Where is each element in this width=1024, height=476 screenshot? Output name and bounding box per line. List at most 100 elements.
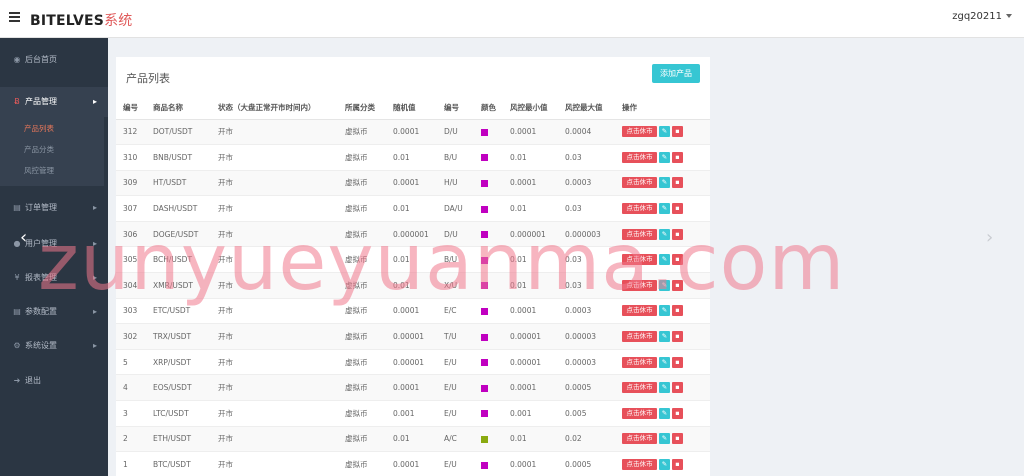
trash-icon[interactable]: ▪ bbox=[672, 382, 683, 394]
chevron-right-icon[interactable]: › bbox=[986, 228, 1000, 248]
cell-status: 开市 bbox=[211, 144, 338, 171]
trash-icon[interactable]: ▪ bbox=[672, 305, 683, 317]
trash-icon[interactable]: ▪ bbox=[672, 254, 683, 266]
cell-random: 0.000001 bbox=[386, 221, 437, 248]
column-header[interactable]: 所属分类 bbox=[338, 97, 386, 120]
close-market-button[interactable]: 点击休市 bbox=[622, 203, 657, 215]
trash-icon[interactable]: ▪ bbox=[672, 203, 683, 215]
cell-id: 1 bbox=[116, 451, 146, 476]
sidebar-item-products[interactable]: Ƀ 产品管理 ▸ bbox=[0, 87, 108, 117]
sidebar-item-reports[interactable]: ¥ 报表管理 ▸ bbox=[0, 263, 108, 293]
pencil-icon[interactable]: ✎ bbox=[659, 279, 670, 291]
sidebar-item-label: 后台首页 bbox=[25, 55, 57, 64]
cell-category: 虚拟币 bbox=[338, 246, 386, 274]
close-market-button[interactable]: 点击休市 bbox=[622, 305, 657, 317]
close-market-button[interactable]: 点击休市 bbox=[622, 433, 657, 445]
trash-icon[interactable]: ▪ bbox=[672, 279, 683, 291]
close-market-button[interactable]: 点击休市 bbox=[622, 331, 657, 343]
column-header[interactable]: 颜色 bbox=[474, 97, 503, 120]
close-market-button[interactable]: 点击休市 bbox=[622, 382, 657, 394]
cell-random: 0.01 bbox=[386, 426, 437, 453]
close-market-button[interactable]: 点击休市 bbox=[622, 177, 657, 189]
trash-icon[interactable]: ▪ bbox=[672, 228, 683, 240]
trash-icon[interactable]: ▪ bbox=[672, 459, 683, 471]
close-market-button[interactable]: 点击休市 bbox=[622, 279, 657, 291]
cell-code: B/U bbox=[437, 246, 474, 274]
column-header[interactable]: 风控最大值 bbox=[558, 97, 615, 120]
submenu-item-product-list[interactable]: 产品列表 bbox=[0, 118, 104, 139]
add-product-button[interactable]: 添加产品 bbox=[652, 64, 700, 83]
trash-icon[interactable]: ▪ bbox=[672, 331, 683, 343]
close-market-button[interactable]: 点击休市 bbox=[622, 459, 657, 471]
cell-actions: 点击休市 ✎ ▪ bbox=[615, 374, 710, 402]
cell-random: 0.01 bbox=[386, 195, 437, 222]
cell-status: 开市 bbox=[211, 451, 338, 476]
pencil-icon[interactable]: ✎ bbox=[659, 305, 670, 317]
cell-risk-max: 0.005 bbox=[558, 400, 615, 427]
column-header[interactable]: 随机值 bbox=[386, 97, 437, 120]
cell-actions: 点击休市 ✎ ▪ bbox=[615, 323, 710, 350]
menu-toggle-icon[interactable] bbox=[9, 12, 20, 22]
close-market-button[interactable]: 点击休市 bbox=[622, 126, 657, 138]
cell-risk-max: 0.0005 bbox=[558, 451, 615, 476]
pencil-icon[interactable]: ✎ bbox=[659, 407, 670, 419]
table-row: 304 XMR/USDT 开市 虚拟币 0.01 X/U 0.01 0.03 点击休市 ✎ ▪ bbox=[116, 272, 710, 299]
pencil-icon[interactable]: ✎ bbox=[659, 177, 670, 189]
column-header[interactable]: 风控最小值 bbox=[503, 97, 558, 120]
brand-name: BITELVES bbox=[30, 13, 105, 29]
column-header[interactable]: 商品名称 bbox=[146, 97, 211, 120]
pencil-icon[interactable]: ✎ bbox=[659, 126, 670, 138]
sidebar-item-settings[interactable]: ⚙ 系统设置 ▸ bbox=[0, 331, 108, 361]
trash-icon[interactable]: ▪ bbox=[672, 126, 683, 138]
trash-icon[interactable]: ▪ bbox=[672, 356, 683, 368]
submenu-item-risk-control[interactable]: 风控管理 bbox=[0, 160, 104, 181]
sidebar-item-orders[interactable]: ▤ 订单管理 ▸ bbox=[0, 193, 108, 223]
pencil-icon[interactable]: ✎ bbox=[659, 203, 670, 215]
trash-icon[interactable]: ▪ bbox=[672, 433, 683, 445]
cell-name: ETC/USDT bbox=[146, 298, 211, 325]
pencil-icon[interactable]: ✎ bbox=[659, 228, 670, 240]
cell-id: 2 bbox=[116, 426, 146, 453]
close-market-button[interactable]: 点击休市 bbox=[622, 356, 657, 368]
pencil-icon[interactable]: ✎ bbox=[659, 433, 670, 445]
sidebar-item-params[interactable]: ▤ 参数配置 ▸ bbox=[0, 297, 108, 327]
cell-category: 虚拟币 bbox=[338, 426, 386, 453]
submenu-item-product-category[interactable]: 产品分类 bbox=[0, 139, 104, 160]
trash-icon[interactable]: ▪ bbox=[672, 177, 683, 189]
trash-icon[interactable]: ▪ bbox=[672, 151, 683, 163]
sidebar-item-users[interactable]: ● 用户管理 ▸ bbox=[0, 229, 108, 259]
column-header[interactable]: 状态（大盘正常开市时间内） bbox=[211, 97, 338, 120]
pencil-icon[interactable]: ✎ bbox=[659, 151, 670, 163]
column-header[interactable]: 编号 bbox=[437, 97, 474, 120]
close-market-button[interactable]: 点击休市 bbox=[622, 407, 657, 419]
cell-status: 开市 bbox=[211, 221, 338, 248]
trash-icon[interactable]: ▪ bbox=[672, 407, 683, 419]
cell-category: 虚拟币 bbox=[338, 323, 386, 350]
sidebar-item-logout[interactable]: ➜ 退出 bbox=[0, 366, 108, 396]
pencil-icon[interactable]: ✎ bbox=[659, 382, 670, 394]
cell-status: 开市 bbox=[211, 195, 338, 222]
cell-status: 开市 bbox=[211, 426, 338, 453]
user-menu[interactable]: zgq20211 bbox=[952, 11, 1012, 22]
close-market-button[interactable]: 点击休市 bbox=[622, 228, 657, 240]
cell-code: H/U bbox=[437, 170, 474, 197]
column-header[interactable]: 编号 bbox=[116, 97, 146, 120]
close-market-button[interactable]: 点击休市 bbox=[622, 254, 657, 266]
cell-status: 开市 bbox=[211, 349, 338, 376]
pencil-icon[interactable]: ✎ bbox=[659, 254, 670, 266]
copy-icon: ▤ bbox=[13, 307, 21, 316]
cell-risk-max: 0.000003 bbox=[558, 221, 615, 248]
products-submenu: 产品列表 产品分类 风控管理 bbox=[0, 117, 104, 186]
cell-name: DASH/USDT bbox=[146, 195, 211, 222]
column-header[interactable]: 操作 bbox=[615, 97, 710, 120]
brand-logo[interactable]: BITELVES系统 bbox=[30, 10, 132, 30]
pencil-icon[interactable]: ✎ bbox=[659, 356, 670, 368]
pencil-icon[interactable]: ✎ bbox=[659, 331, 670, 343]
chevron-right-icon: ▸ bbox=[92, 307, 97, 316]
cell-status: 开市 bbox=[211, 170, 338, 197]
sidebar-item-dashboard[interactable]: ◉ 后台首页 bbox=[0, 45, 108, 75]
cell-name: XRP/USDT bbox=[146, 349, 211, 376]
pencil-icon[interactable]: ✎ bbox=[659, 459, 670, 471]
close-market-button[interactable]: 点击休市 bbox=[622, 151, 657, 163]
chevron-left-icon[interactable]: ‹ bbox=[20, 228, 34, 248]
